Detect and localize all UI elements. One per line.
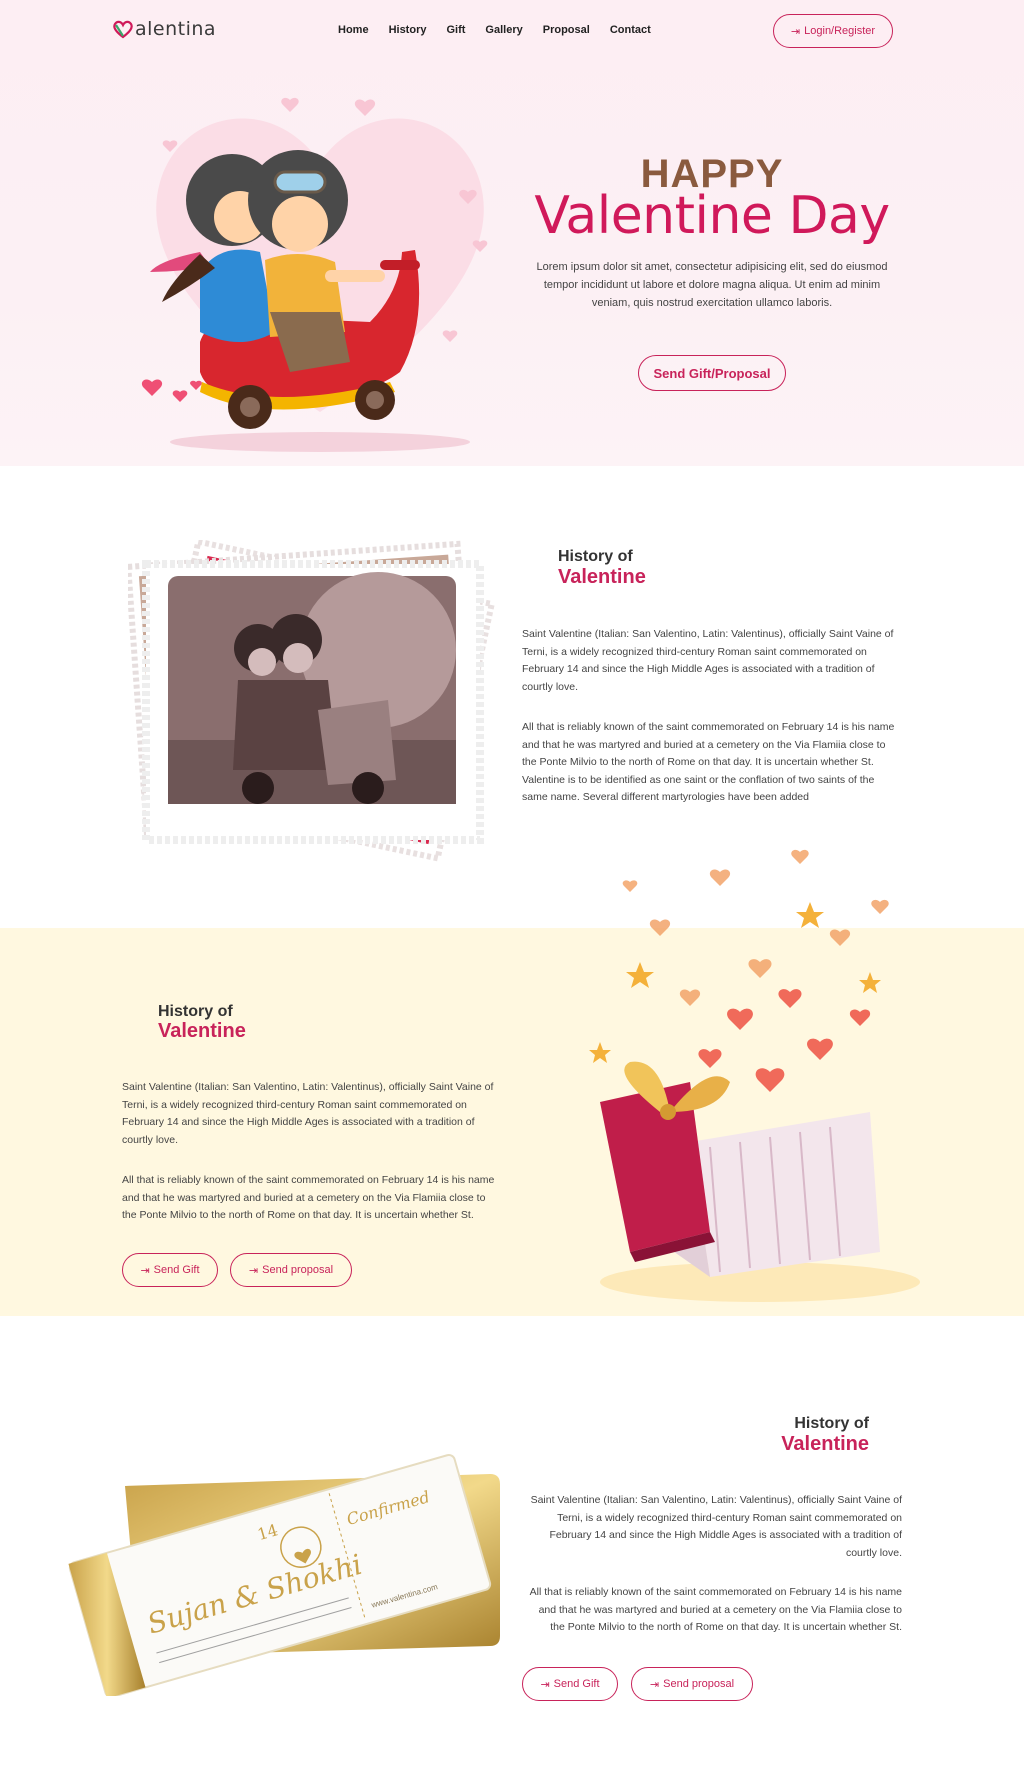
hero-title: Valentine Day [534,186,890,246]
brand-name: alentina [135,18,217,40]
main-nav: Home History Gift Gallery Proposal Conta… [338,24,651,36]
gift-box-hearts-illustration [589,849,920,1302]
couple-scooter-illustration [141,97,488,452]
hero-section: alentina Home History Gift Gallery Propo… [0,0,1024,466]
section3-paragraph-2: All that is reliably known of the saint … [529,1586,902,1633]
nav-home[interactable]: Home [338,24,369,36]
nav-gift[interactable]: Gift [446,24,465,36]
sign-in-icon: ⇥ [540,1678,550,1691]
heart-logo-icon [113,20,133,39]
sign-in-icon: ⇥ [790,25,801,38]
vintage-photo-illustration [128,540,496,862]
section3-send-proposal-button[interactable]: ⇥ Send proposal [631,1667,753,1701]
section2-send-proposal-button[interactable]: ⇥ Send proposal [230,1253,352,1287]
brand-logo[interactable]: alentina [112,18,216,40]
nav-proposal[interactable]: Proposal [543,24,590,36]
send-gift-label: Send Gift [553,1678,600,1690]
nav-gallery[interactable]: Gallery [485,24,522,36]
wedding-ticket-illustration: Sujan & Shokhi Confirmed 14 www.valentin… [68,1454,500,1696]
section3-send-gift-button[interactable]: ⇥ Send Gift [522,1667,618,1701]
sign-in-icon: ⇥ [140,1264,150,1277]
send-proposal-label: Send proposal [663,1678,735,1690]
section2-send-gift-button[interactable]: ⇥ Send Gift [122,1253,218,1287]
section2-paragraph-2: All that is reliably known of the saint … [122,1174,495,1221]
section2-heading-big: Valentine [158,1020,246,1042]
section3-paragraph-1: Saint Valentine (Italian: San Valentino,… [530,1494,902,1559]
send-gift-label: Send Gift [153,1264,200,1276]
section2-heading-small: History of [158,1003,233,1020]
sign-in-icon: ⇥ [248,1264,259,1277]
section1-paragraph-1: Saint Valentine (Italian: San Valentino,… [522,628,894,693]
sign-in-icon: ⇥ [649,1678,660,1691]
hero-description: Lorem ipsum dolor sit amet, consectetur … [536,261,888,309]
login-register-label: Login/Register [804,25,876,37]
nav-history[interactable]: History [389,24,427,36]
nav-contact[interactable]: Contact [610,24,651,36]
send-gift-proposal-button[interactable]: Send Gift/Proposal [638,355,786,391]
section3-heading-small: History of [794,1415,869,1432]
send-proposal-label: Send proposal [262,1264,334,1276]
section1-heading-small: History of [558,548,633,565]
section3-heading-big: Valentine [781,1433,869,1455]
login-register-button[interactable]: ⇥ Login/Register [773,14,893,48]
section1-heading-big: Valentine [558,566,646,588]
section2-paragraph-1: Saint Valentine (Italian: San Valentino,… [122,1081,494,1146]
section1-paragraph-2: All that is reliably known of the saint … [522,721,895,803]
